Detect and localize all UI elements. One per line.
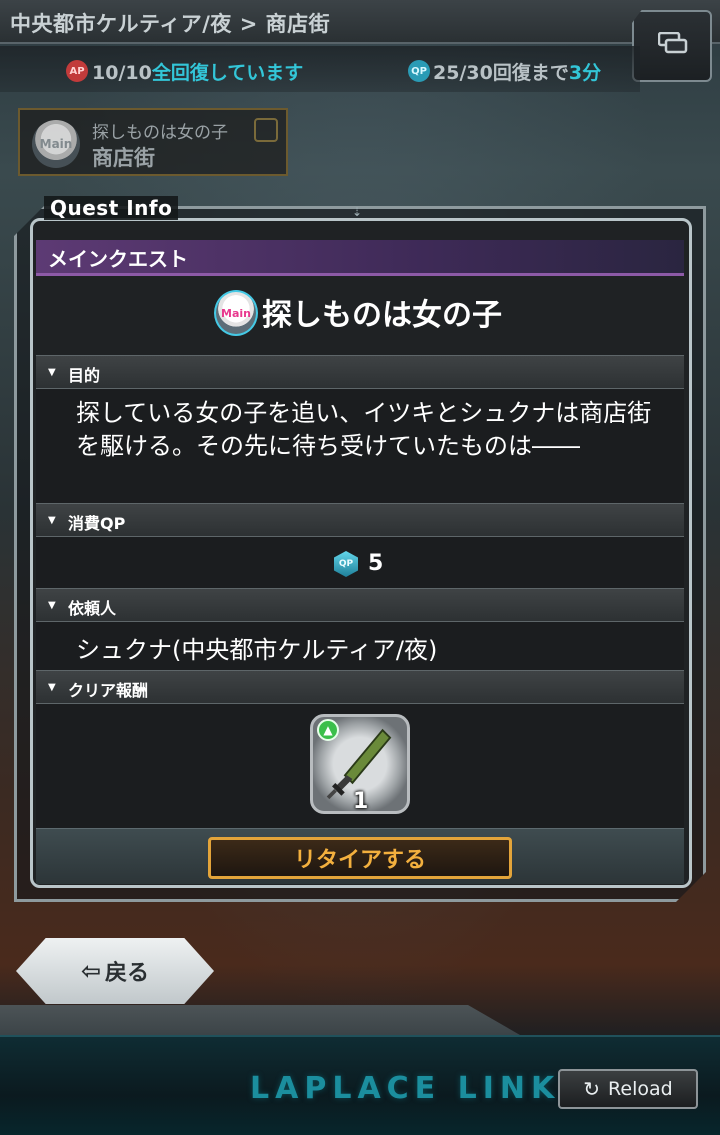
section-header-cost: ▼ 消費QP	[36, 503, 684, 537]
qp-value: 25/30	[433, 62, 493, 84]
reload-button[interactable]: ↻ Reload	[558, 1069, 698, 1109]
section-label: 依頼人	[68, 599, 117, 618]
caret-down-icon: ▼	[48, 367, 56, 378]
breadcrumb-bar: 中央都市ケルティア/夜 > 商店街	[0, 0, 720, 44]
section-label: 目的	[68, 366, 101, 385]
qp-icon: QP	[408, 60, 430, 82]
retire-button[interactable]: リタイアする	[208, 837, 512, 879]
reward-block: ▲ 1	[36, 704, 684, 828]
search-icon[interactable]	[254, 118, 278, 142]
section-header-requester: ▼ 依頼人	[36, 588, 684, 622]
reload-icon: ↻	[583, 1077, 601, 1101]
section-header-reward: ▼ クリア報酬	[36, 670, 684, 704]
breadcrumb: 中央都市ケルティア/夜 > 商店街	[10, 12, 331, 36]
dialog-title: Quest Info	[44, 196, 179, 220]
caret-down-icon: ▼	[48, 682, 56, 693]
qp-status-prefix: 回復まで	[492, 62, 569, 84]
back-button[interactable]: ⇦ 戻る	[16, 938, 214, 1004]
reload-label: Reload	[608, 1078, 673, 1100]
qp-status: 25/30回復まで3分	[433, 58, 601, 85]
back-arrow-icon: ⇦	[80, 957, 102, 985]
section-header-objective: ▼ 目的	[36, 355, 684, 389]
cost-block: QP 5	[36, 537, 684, 589]
ap-status-text: 全回復しています	[151, 62, 304, 84]
main-badge-icon: Main	[32, 120, 80, 168]
menu-icon	[658, 32, 688, 54]
main-quest-icon: Main	[214, 290, 258, 336]
category-label: メインクエスト	[48, 247, 188, 271]
quest-name: 探しものは女の子	[262, 298, 502, 333]
location-box[interactable]: Main 探しものは女の子 商店街	[18, 108, 288, 176]
chevron-down-icon: ⇣	[352, 205, 363, 219]
reward-item[interactable]: ▲ 1	[310, 714, 410, 814]
back-label: 戻る	[105, 961, 150, 986]
retire-row: リタイアする	[36, 828, 684, 884]
status-bar: AP 10/10全回復しています QP 25/30回復まで3分	[0, 46, 640, 92]
qp-status-time: 3分	[568, 62, 602, 84]
qp-cost-value: 5	[368, 551, 384, 576]
category-bar: メインクエスト	[36, 240, 684, 276]
caret-down-icon: ▼	[48, 600, 56, 611]
game-logo: LAPLACE LINK	[250, 1071, 561, 1106]
requester-text: シュクナ(中央都市ケルティア/夜)	[76, 636, 438, 664]
location-subtitle: 探しものは女の子	[92, 123, 228, 143]
section-label: 消費QP	[68, 514, 126, 533]
section-label: クリア報酬	[68, 681, 149, 700]
ap-icon: AP	[66, 60, 88, 82]
quest-name-row: Main 探しものは女の子	[36, 276, 684, 356]
objective-block: 探している女の子を追い、イツキとシュクナは商店街を駆ける。その先に待ち受けていた…	[36, 389, 684, 503]
caret-down-icon: ▼	[48, 515, 56, 526]
ap-value: 10/10	[92, 62, 152, 84]
footer-bar: LAPLACE LINK ↻ Reload	[0, 1035, 720, 1135]
requester-block: シュクナ(中央都市ケルティア/夜)	[36, 622, 684, 670]
reward-count: 1	[353, 789, 369, 814]
ap-status: 10/10全回復しています	[92, 58, 303, 85]
objective-text: 探している女の子を追い、イツキとシュクナは商店街を駆ける。その先に待ち受けていた…	[76, 399, 652, 460]
menu-button[interactable]	[632, 10, 712, 82]
location-title: 商店街	[92, 146, 155, 170]
qp-icon: QP	[334, 551, 358, 577]
